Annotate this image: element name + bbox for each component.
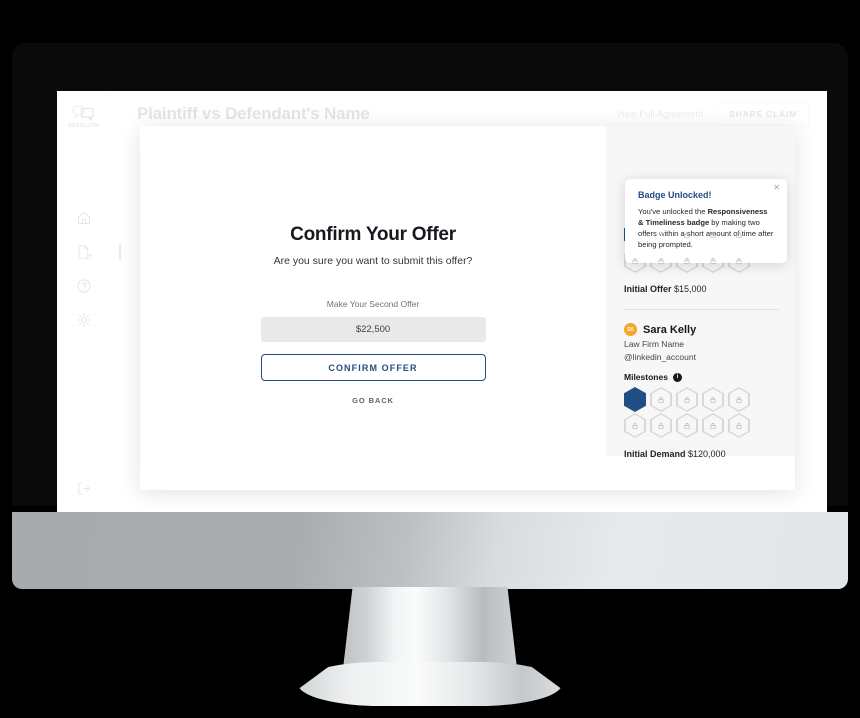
milestone-locked[interactable] <box>702 387 724 412</box>
go-back-button[interactable]: GO BACK <box>352 396 394 405</box>
plaintiff-handle[interactable]: @linkedin_account <box>624 352 779 362</box>
lock-icon <box>684 422 690 429</box>
milestone-locked[interactable] <box>676 413 698 438</box>
milestone-achieved[interactable] <box>624 387 646 412</box>
lock-icon <box>658 396 664 403</box>
milestone-locked[interactable] <box>624 413 646 438</box>
clock-icon <box>657 230 665 239</box>
confirm-offer-modal: ✕ Confirm Your Offer Are you sure you wa… <box>140 126 795 490</box>
milestone-locked[interactable] <box>676 387 698 412</box>
milestone-locked[interactable] <box>650 413 672 438</box>
help-circle-icon <box>76 279 91 293</box>
lock-icon <box>710 396 716 403</box>
speech-bubbles-icon <box>72 105 95 121</box>
milestone-locked[interactable] <box>702 413 724 438</box>
initial-offer-stat: Initial Offer $15,000 <box>624 284 779 294</box>
sidebar: RESOLUTN ← → <box>57 91 121 523</box>
confirm-offer-button[interactable]: CONFIRM OFFER <box>260 354 486 381</box>
lock-icon <box>736 396 742 403</box>
lock-icon <box>736 422 742 429</box>
lock-icon <box>736 231 742 238</box>
sidebar-item-home[interactable] <box>76 210 92 226</box>
monitor-bezel: RESOLUTN ← → Plaintiff vs Defendant's Na… <box>12 43 848 523</box>
participants-side-panel: Initial Offer $15,000 SK Sara Kelly Law … <box>606 126 795 459</box>
lock-icon <box>658 257 664 264</box>
lock-icon <box>736 257 742 264</box>
logout-button[interactable] <box>76 481 91 501</box>
milestone-locked[interactable] <box>728 413 750 438</box>
offer-amount-value[interactable]: $22,500 <box>260 317 486 342</box>
sidebar-item-new-claim[interactable] <box>76 244 121 260</box>
milestones-header: Milestones i <box>624 372 779 382</box>
share-claim-button[interactable]: SHARE CLAIM <box>717 102 809 126</box>
close-icon[interactable]: ✕ <box>773 184 780 192</box>
home-icon <box>77 212 90 224</box>
logo-wordmark: RESOLUTN <box>68 123 99 129</box>
plaintiff-identity: SK Sara Kelly <box>624 323 779 336</box>
plaintiff-firm: Law Firm Name <box>624 339 684 349</box>
monitor-chin <box>12 512 848 589</box>
monitor-stand-base <box>298 662 562 706</box>
milestone-locked[interactable] <box>650 387 672 412</box>
initial-demand-value: $120,000 <box>688 449 726 459</box>
panel-divider <box>624 309 779 310</box>
initial-offer-value: $15,000 <box>674 284 707 294</box>
toast-body-prefix: You've unlocked the <box>638 207 708 216</box>
badge-unlocked-toast: ✕ Badge Unlocked! You've unlocked the Re… <box>625 179 787 263</box>
avatar: SK <box>624 323 637 336</box>
modal-content: Confirm Your Offer Are you sure you want… <box>140 126 606 490</box>
initial-demand-stat: Initial Demand $120,000 <box>624 449 779 459</box>
initial-demand-label: Initial Demand <box>624 449 686 459</box>
offer-field-label: Make Your Second Offer <box>326 299 420 309</box>
lock-icon <box>632 422 638 429</box>
gear-icon <box>76 313 91 327</box>
milestones-label: Milestones <box>624 372 668 382</box>
plaintiff-badge-grid <box>624 387 779 439</box>
view-full-agreement-link[interactable]: View Full Agreement <box>616 109 703 120</box>
lock-icon <box>710 231 716 238</box>
document-add-icon <box>78 245 92 259</box>
plaintiff-name: Sara Kelly <box>643 323 697 336</box>
lock-icon <box>658 422 664 429</box>
toast-body: You've unlocked the Responsiveness & Tim… <box>638 206 774 250</box>
info-icon[interactable]: i <box>672 372 682 382</box>
page-title: Plaintiff vs Defendant's Name <box>137 104 370 123</box>
lock-icon <box>684 396 690 403</box>
milestone-locked[interactable] <box>728 387 750 412</box>
header-actions: View Full Agreement SHARE CLAIM <box>616 102 809 126</box>
lock-icon <box>684 257 690 264</box>
upload-icon <box>631 231 639 238</box>
toast-title: Badge Unlocked! <box>638 190 712 200</box>
modal-title: Confirm Your Offer <box>290 224 456 245</box>
modal-subtitle: Are you sure you want to submit this off… <box>273 255 473 267</box>
lock-icon <box>684 231 690 238</box>
lock-icon <box>710 422 716 429</box>
lock-icon <box>632 257 638 264</box>
initial-offer-label: Initial Offer <box>624 284 672 294</box>
logout-icon <box>78 482 90 495</box>
sidebar-active-indicator <box>118 244 121 260</box>
sidebar-nav-list <box>76 210 121 328</box>
sidebar-item-help[interactable] <box>76 278 92 294</box>
monitor-screen: RESOLUTN ← → Plaintiff vs Defendant's Na… <box>57 91 827 523</box>
app-logo[interactable]: RESOLUTN <box>68 105 99 129</box>
sidebar-item-settings[interactable] <box>76 312 92 328</box>
lock-icon <box>710 257 716 264</box>
nav-back-forward-arrows[interactable]: ← → <box>72 140 96 150</box>
